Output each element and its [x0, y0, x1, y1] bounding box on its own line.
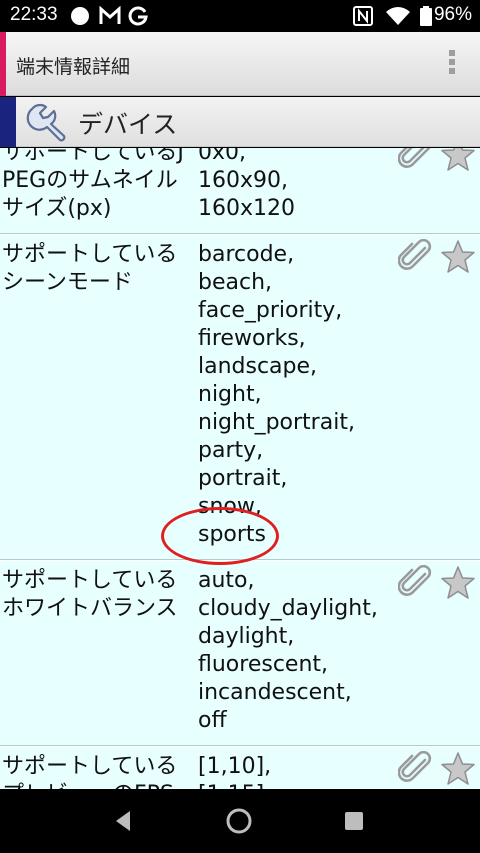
section-accent — [0, 97, 16, 147]
row-value: night_portrait, — [198, 410, 355, 435]
paperclip-icon[interactable] — [397, 750, 434, 787]
battery-icon — [420, 6, 432, 26]
row-values: auto, cloudy_daylight, daylight, fluorescen… — [198, 561, 398, 745]
row-value: face_priority, — [198, 298, 343, 323]
list-item[interactable]: サポートしているホワイトバランス auto, cloudy_daylight,day… — [0, 560, 480, 746]
row-value: [1,10], — [198, 754, 272, 779]
app-bar: 端末情報詳細 — [0, 32, 480, 96]
row-label: サポートしているホワイトバランス — [2, 568, 178, 621]
overflow-menu-icon[interactable] — [446, 48, 458, 80]
app-title: 端末情報詳細 — [16, 56, 131, 78]
wifi-icon — [386, 7, 410, 25]
nfc-icon — [353, 6, 373, 26]
row-label: サポートしているプレビューのFPS [最小値，最 — [2, 754, 178, 789]
section-title: デバイス — [78, 110, 178, 139]
row-value: 160x120 — [198, 196, 296, 221]
row-label: サポートしているシーンモード — [2, 242, 178, 295]
star-icon[interactable] — [440, 239, 476, 275]
detail-list[interactable]: サポートしているJPEGのサムネイルサイズ(px) 0x0, 160x90, 160x… — [0, 148, 480, 789]
paperclip-icon[interactable] — [397, 148, 434, 173]
row-label: サポートしているJPEGのサムネイルサイズ(px) — [2, 148, 184, 221]
status-time: 22:33 — [10, 4, 58, 25]
list-item[interactable]: サポートしているJPEGのサムネイルサイズ(px) 0x0, 160x90, 160x… — [0, 148, 480, 234]
row-value: beach, — [198, 270, 273, 295]
home-icon[interactable] — [223, 805, 255, 837]
row-value: 0x0, — [198, 148, 247, 165]
circle-notification-icon — [71, 7, 89, 25]
battery-percent: 96% — [433, 4, 472, 25]
row-value: off — [198, 708, 227, 733]
paperclip-icon[interactable] — [397, 238, 434, 275]
row-value: night, — [198, 382, 262, 407]
star-icon[interactable] — [440, 565, 476, 601]
row-value: fireworks, — [198, 326, 306, 351]
row-value: auto, — [198, 568, 255, 593]
row-value: landscape, — [198, 354, 318, 379]
gmail-icon — [99, 6, 121, 24]
row-value: incandescent, — [198, 680, 352, 705]
row-values: 0x0, 160x90, 160x120 — [198, 148, 398, 233]
annotation-circle — [161, 507, 279, 565]
back-icon[interactable] — [108, 805, 140, 837]
wrench-icon — [26, 103, 66, 142]
star-icon[interactable] — [440, 148, 476, 173]
row-value: [1,15], — [198, 781, 398, 789]
navigation-bar — [0, 789, 480, 853]
row-value: 160x90, — [198, 168, 288, 193]
row-value: portrait, — [198, 466, 288, 491]
app-bar-accent — [0, 32, 6, 96]
row-values: [1,10],[1,15],[1,30], — [198, 747, 398, 789]
row-value: daylight, — [198, 624, 295, 649]
section-header[interactable]: デバイス — [0, 97, 480, 147]
google-icon — [128, 6, 148, 26]
star-icon[interactable] — [440, 751, 476, 787]
list-item[interactable]: サポートしているプレビューのFPS [最小値，最[1,10],[1,15],[1… — [0, 746, 480, 789]
status-bar: 22:33 96% — [0, 0, 480, 32]
paperclip-icon[interactable] — [397, 564, 434, 601]
row-value: fluorescent, — [198, 652, 329, 677]
row-value: cloudy_daylight, — [198, 596, 378, 621]
row-value: party, — [198, 438, 264, 463]
row-value: barcode, — [198, 242, 295, 267]
recents-icon[interactable] — [338, 805, 370, 837]
